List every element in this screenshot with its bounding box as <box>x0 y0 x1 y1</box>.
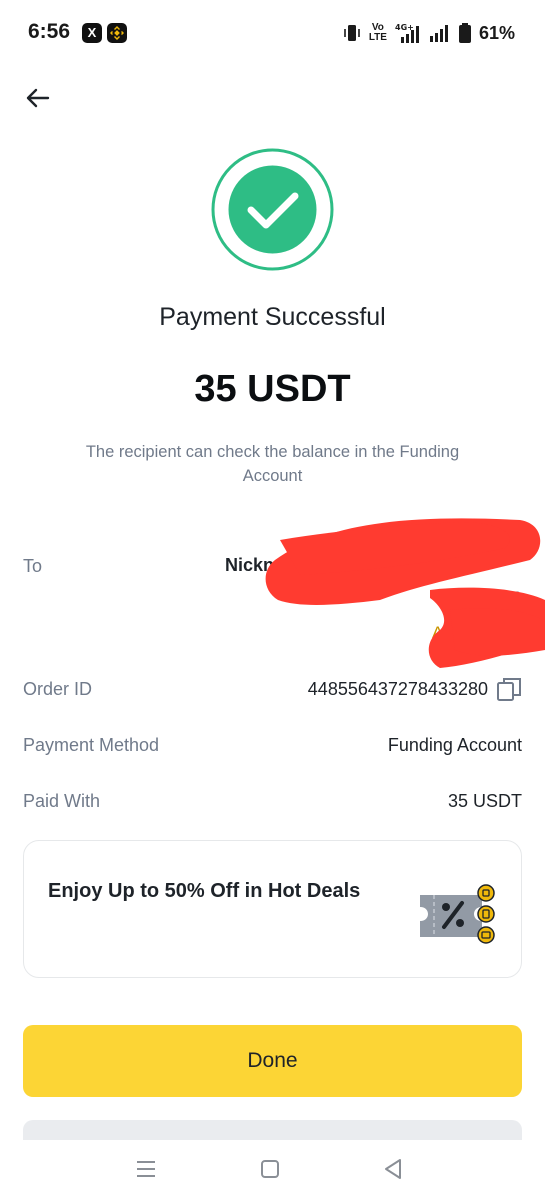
system-nav-bar <box>0 1140 545 1199</box>
signal-icon <box>429 25 448 42</box>
x-app-icon: X <box>82 23 102 43</box>
payment-method-value: Funding Account <box>387 735 522 755</box>
recipient-name: Nickn <box>225 555 275 575</box>
promo-card[interactable]: Enjoy Up to 50% Off in Hot Deals <box>23 840 522 978</box>
status-time: 6:56 <box>28 20 71 43</box>
page-title: Payment Successful <box>159 303 386 331</box>
promo-text: Enjoy Up to 50% Off in Hot Deals <box>48 880 361 902</box>
menu-icon[interactable] <box>131 1154 161 1184</box>
binance-app-icon <box>107 23 127 43</box>
check-circle-icon <box>211 148 334 271</box>
paid-with-label: Paid With <box>23 791 101 811</box>
redaction-scribble <box>265 518 545 668</box>
signal-4g-icon: 4G+ <box>395 23 419 43</box>
back-nav-icon[interactable] <box>378 1154 408 1184</box>
done-button[interactable]: Done <box>23 1025 522 1097</box>
status-indicators: Vo LTE 4G+ 61% <box>343 20 515 46</box>
battery-level: 61% <box>478 22 515 43</box>
order-id-row: 448556437278433280 <box>308 676 522 702</box>
vibrate-icon <box>344 25 360 41</box>
to-label: To <box>23 556 43 576</box>
order-id-label: Order ID <box>23 679 93 699</box>
discount-coupon-icon <box>420 884 495 944</box>
payment-method-label: Payment Method <box>23 735 160 755</box>
order-id-value: 448556437278433280 <box>307 678 488 699</box>
paid-with-value: 35 USDT <box>447 791 522 811</box>
add-contact-link[interactable]: Add <box>432 623 462 643</box>
payment-amount: 35 USDT <box>194 368 351 410</box>
home-icon[interactable] <box>255 1154 285 1184</box>
arrow-left-icon <box>26 88 50 108</box>
payment-description: The recipient can check the balance in t… <box>85 443 460 485</box>
back-button[interactable] <box>22 82 54 114</box>
secondary-button[interactable] <box>23 1120 522 1140</box>
battery-icon <box>458 23 471 43</box>
copy-icon[interactable] <box>496 676 522 702</box>
status-bar: 6:56 X Vo LTE 4G+ 61% <box>0 0 545 64</box>
recipient-id: 7 <box>510 588 520 607</box>
volte-indicator: Vo LTE <box>368 22 387 43</box>
